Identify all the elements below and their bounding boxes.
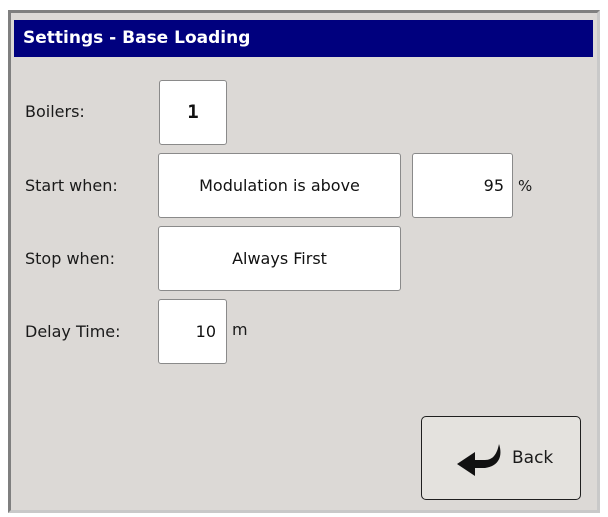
- delay-time-label: Delay Time:: [25, 322, 121, 341]
- percent-unit: %: [518, 177, 533, 195]
- start-condition-select[interactable]: Modulation is above: [158, 153, 401, 218]
- boilers-field[interactable]: 1: [159, 80, 227, 145]
- minutes-unit: m: [232, 320, 248, 339]
- window-title: Settings - Base Loading: [14, 20, 593, 57]
- boilers-label: Boilers:: [25, 102, 85, 121]
- start-when-label: Start when:: [25, 176, 118, 195]
- stop-when-label: Stop when:: [25, 249, 116, 268]
- delay-time-field[interactable]: 10: [158, 299, 227, 364]
- back-button-label: Back: [512, 448, 554, 468]
- return-arrow-icon: [455, 442, 507, 480]
- stop-condition-select[interactable]: Always First: [158, 226, 401, 291]
- start-threshold-field[interactable]: 95: [412, 153, 513, 218]
- back-button[interactable]: Back: [421, 416, 581, 500]
